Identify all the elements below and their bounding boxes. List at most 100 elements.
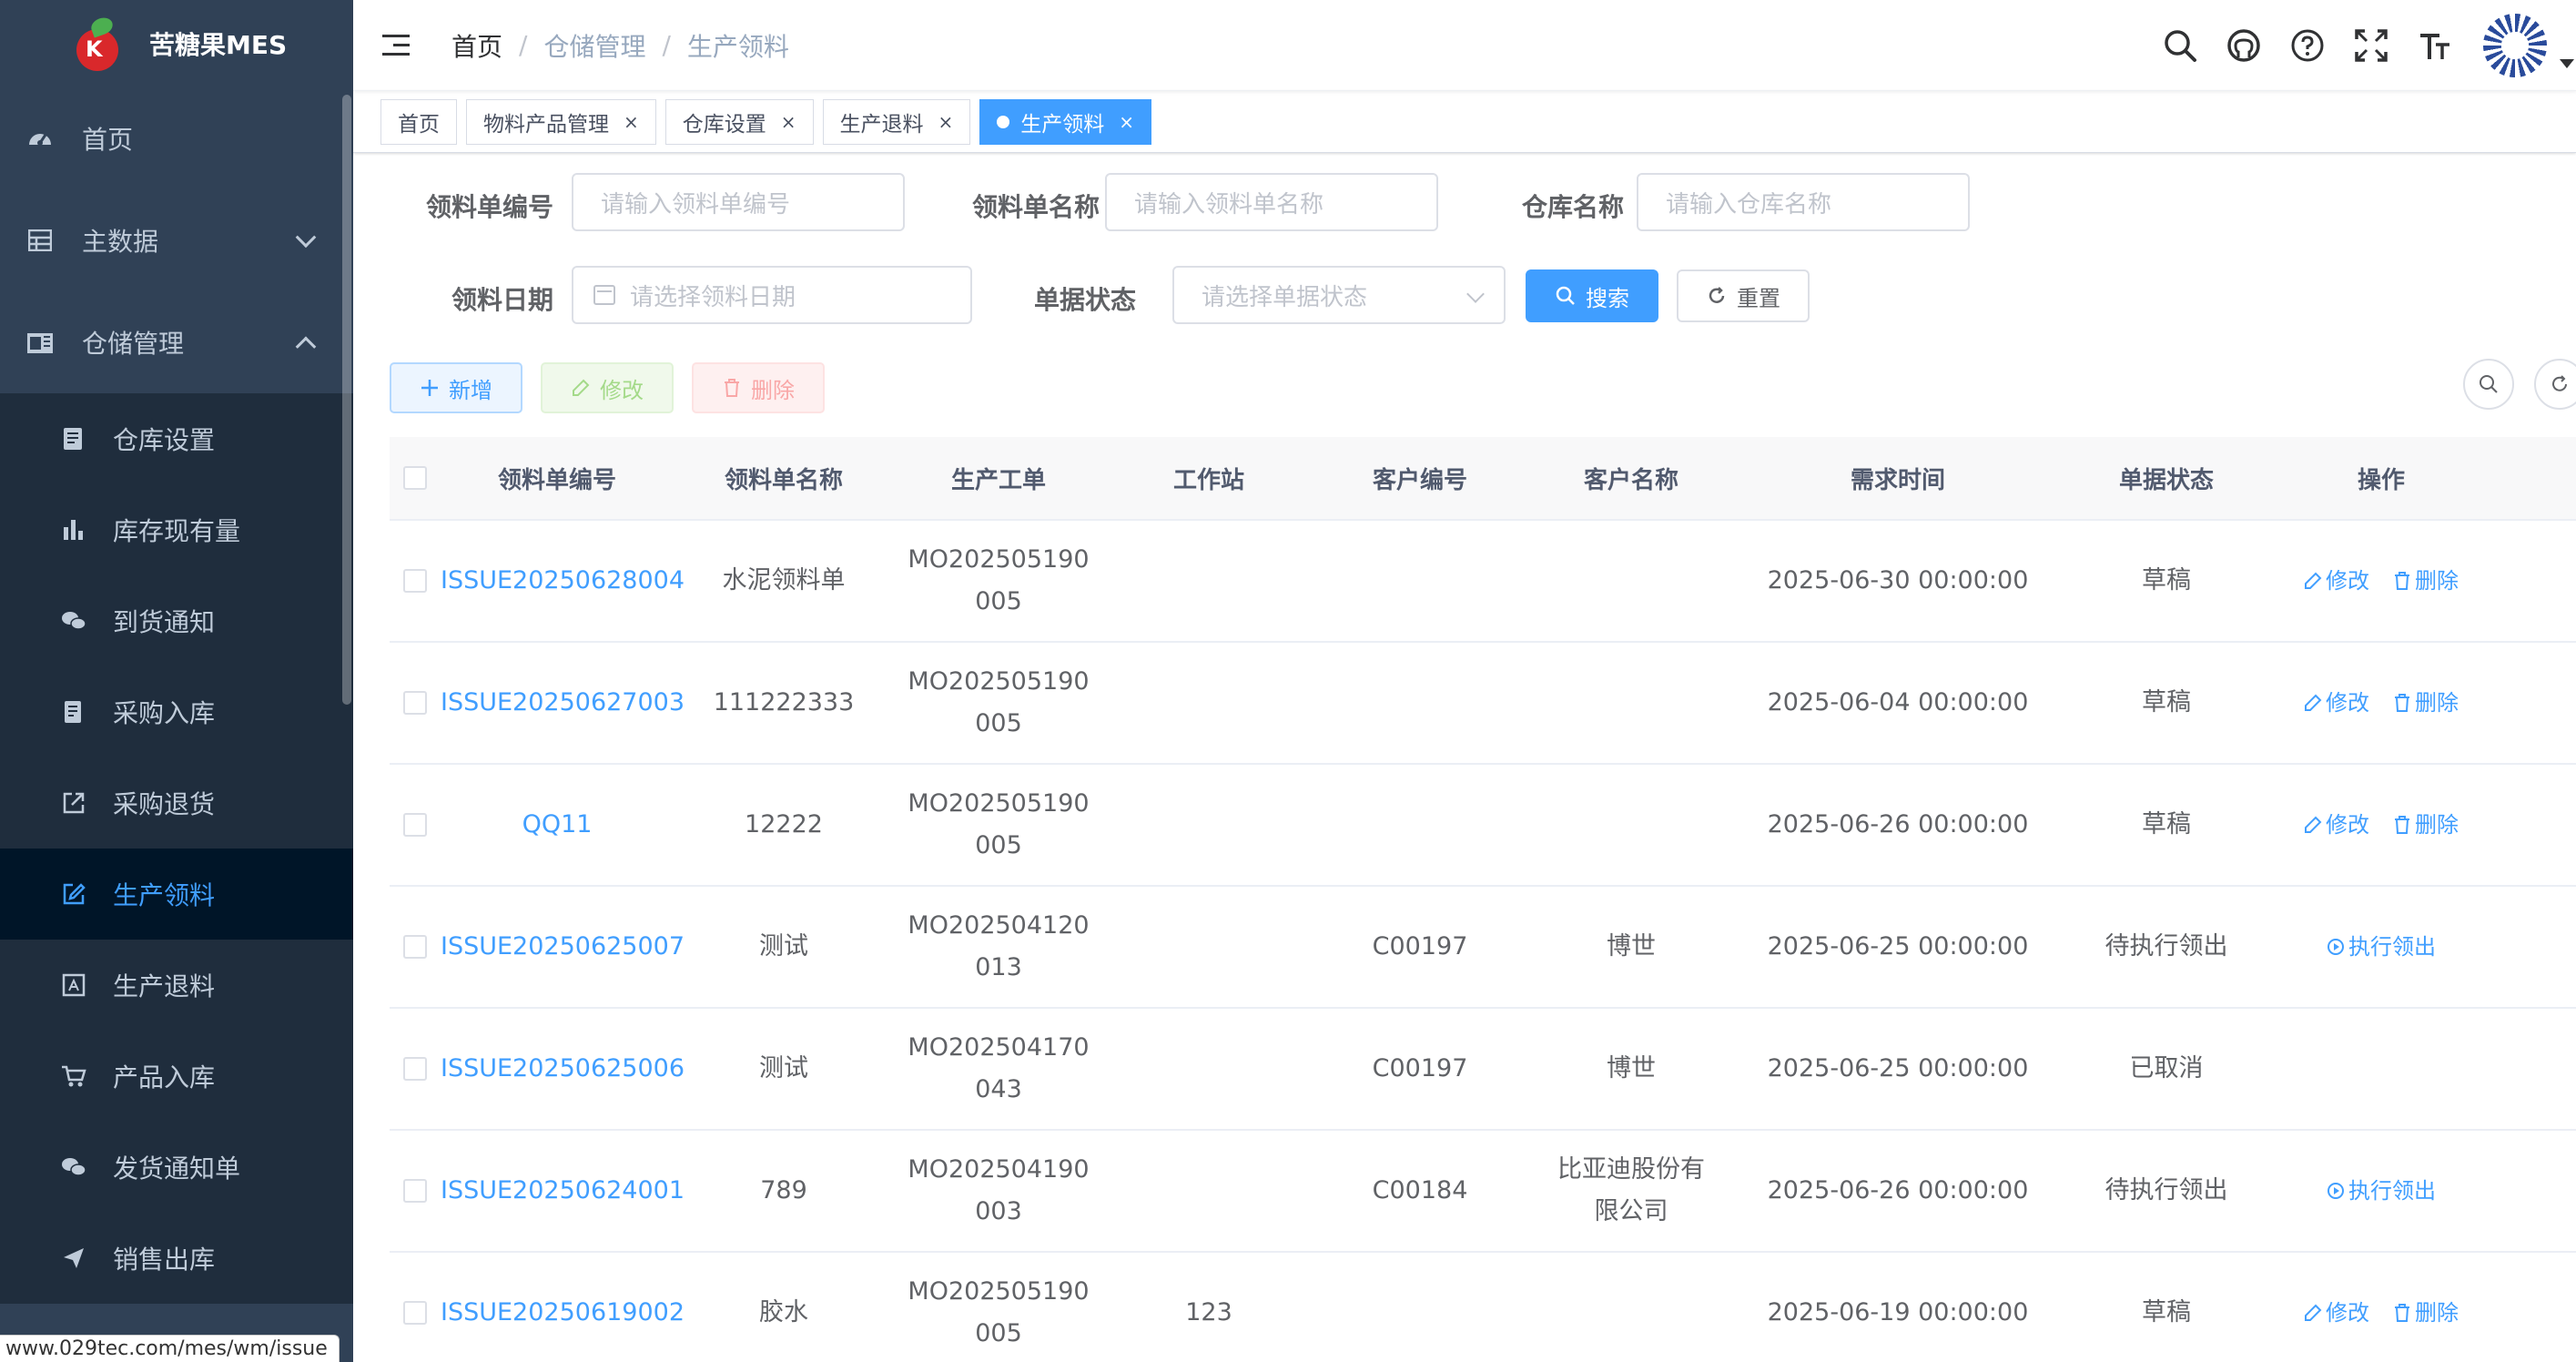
row-checkbox[interactable] (403, 691, 427, 715)
tag-warehouse-setup[interactable]: 仓库设置 × (664, 98, 814, 145)
refresh-table-button[interactable] (2534, 359, 2576, 410)
sidebar-item-shipment-notice[interactable]: 发货通知单 (0, 1122, 353, 1213)
row-edit-button[interactable]: 修改 (2304, 1292, 2369, 1334)
warehouse-icon (25, 328, 55, 357)
toggle-search-button[interactable] (2463, 359, 2514, 410)
cart-icon (60, 1062, 87, 1090)
active-dot-icon (997, 115, 1010, 128)
row-actions: 修改 删除 (2274, 682, 2489, 724)
table-row: QQ11 12222 MO202505190 005 2025-06-26 00:00:… (390, 765, 2576, 887)
row-delete-button[interactable]: 删除 (2393, 804, 2459, 846)
row-execute-issue-button[interactable]: 执行领出 (2327, 926, 2436, 968)
avatar[interactable] (2483, 14, 2547, 77)
sidebar-item-label: 销售出库 (113, 1245, 216, 1275)
sidebar-item-stock-onhand[interactable]: 库存现有量 (0, 484, 353, 575)
sidebar-item-label: 产品入库 (113, 1062, 216, 1093)
customer-code: C00197 (1372, 932, 1468, 961)
sidebar-item-label: 库存现有量 (113, 516, 241, 546)
row-checkbox[interactable] (403, 935, 427, 959)
hamburger-icon[interactable] (382, 29, 415, 62)
required-time: 2025-06-19 00:00:00 (1767, 1298, 2029, 1326)
sidebar-item-production-issue[interactable]: 生产领料 (0, 849, 353, 940)
table-row: ISSUE20250627003 111222333 MO202505190 005 2… (390, 643, 2576, 765)
search-icon[interactable] (2148, 0, 2212, 91)
plus-icon (421, 380, 438, 396)
row-checkbox[interactable] (403, 569, 427, 593)
issue-date-picker[interactable]: 请选择领料日期 (572, 266, 972, 324)
fullscreen-icon[interactable] (2339, 0, 2403, 91)
sidebar-item-sales-out[interactable]: 销售出库 (0, 1213, 353, 1304)
tag-production-return[interactable]: 生产退料 × (822, 98, 971, 145)
reset-button[interactable]: 重置 (1677, 269, 1810, 322)
add-button[interactable]: 新增 (390, 362, 522, 413)
warehouse-name-input[interactable]: 请输入仓库名称 (1637, 173, 1970, 231)
github-icon[interactable] (2212, 0, 2276, 91)
close-icon[interactable]: × (938, 111, 954, 133)
sidebar-item-home[interactable]: 首页 (0, 87, 353, 189)
caret-down-icon[interactable] (2560, 59, 2574, 68)
sidebar-item-master-data[interactable]: 主数据 (0, 189, 353, 291)
tag-production-issue[interactable]: 生产领料 × (979, 98, 1152, 145)
search-button[interactable]: 搜索 (1526, 269, 1658, 322)
row-checkbox[interactable] (403, 1179, 427, 1203)
sidebar-item-production-return[interactable]: 生产退料 (0, 940, 353, 1031)
help-icon[interactable] (2276, 0, 2339, 91)
status-text: 草稿 (2142, 688, 2191, 717)
warehouse-label: 仓库名称 (1521, 192, 1624, 222)
col-required-time: 需求时间 (1850, 466, 1945, 494)
row-checkbox[interactable] (403, 1057, 427, 1081)
row-edit-button[interactable]: 修改 (2304, 560, 2369, 602)
sidebar-item-warehouse-setup[interactable]: 仓库设置 (0, 393, 353, 484)
row-edit-button[interactable]: 修改 (2304, 682, 2369, 724)
app-logo[interactable]: K 苦糖果MES (0, 0, 353, 87)
edit-icon (573, 379, 590, 396)
sidebar: K 苦糖果MES 首页 主数据 仓储管理 仓库设置 库存现有量 到货通知 采购入… (0, 0, 353, 1362)
server-icon (60, 425, 87, 452)
status-text: 草稿 (2142, 1298, 2191, 1326)
tag-material-product[interactable]: 物料产品管理 × (466, 98, 656, 145)
close-icon[interactable]: × (1119, 111, 1134, 133)
sidebar-item-product-in[interactable]: 产品入库 (0, 1031, 353, 1122)
issue-code-link[interactable]: ISSUE20250628004 (441, 560, 685, 602)
row-actions: 修改 删除 (2274, 1292, 2489, 1334)
status-select[interactable]: 请选择单据状态 (1172, 266, 1506, 324)
tag-home[interactable]: 首页 (380, 98, 457, 145)
work-order: MO202504190 003 (908, 1155, 1090, 1225)
sidebar-item-purchase-in[interactable]: 采购入库 (0, 666, 353, 757)
issue-code-link[interactable]: ISSUE20250625007 (441, 926, 685, 968)
col-workstation: 工作站 (1172, 466, 1244, 494)
sidebar-item-label: 采购入库 (113, 698, 216, 728)
font-size-icon[interactable] (2403, 0, 2467, 91)
sidebar-item-label: 主数据 (82, 227, 159, 257)
row-edit-button[interactable]: 修改 (2304, 804, 2369, 846)
row-delete-button[interactable]: 删除 (2393, 560, 2459, 602)
issue-name-input[interactable]: 请输入领料单名称 (1105, 173, 1438, 231)
close-icon[interactable]: × (781, 111, 796, 133)
select-all-checkbox[interactable] (403, 466, 427, 490)
edit-icon (2305, 816, 2322, 833)
breadcrumb-home[interactable]: 首页 (451, 27, 502, 64)
sidebar-item-arrival-notice[interactable]: 到货通知 (0, 575, 353, 666)
sidebar-scrollbar[interactable] (342, 95, 351, 705)
issue-code-link[interactable]: ISSUE20250627003 (441, 682, 685, 724)
issue-code-link[interactable]: ISSUE20250619002 (441, 1292, 685, 1334)
issue-code-link[interactable]: ISSUE20250624001 (441, 1170, 685, 1212)
sidebar-item-warehouse[interactable]: 仓储管理 (0, 291, 353, 393)
issue-table: 领料单编号 领料单名称 生产工单 工作站 客户编号 客户名称 需求时间 单据状态… (390, 437, 2576, 1362)
calendar-icon (593, 285, 615, 305)
row-delete-button[interactable]: 删除 (2393, 682, 2459, 724)
issue-code-link[interactable]: ISSUE20250625006 (441, 1048, 685, 1090)
row-delete-button[interactable]: 删除 (2393, 1292, 2459, 1334)
sidebar-item-label: 生产退料 (113, 971, 216, 1001)
issue-name: 测试 (759, 1054, 808, 1082)
row-checkbox[interactable] (403, 1301, 427, 1325)
row-checkbox[interactable] (403, 813, 427, 837)
customer-name: 比亚迪股份有 限公司 (1557, 1155, 1705, 1225)
row-execute-issue-button[interactable]: 执行领出 (2327, 1170, 2436, 1212)
issue-code-link[interactable]: QQ11 (441, 804, 674, 846)
close-icon[interactable]: × (624, 111, 639, 133)
issue-code-input[interactable]: 请输入领料单编号 (572, 173, 905, 231)
delete-button[interactable]: 删除 (692, 362, 825, 413)
sidebar-item-purchase-return[interactable]: 采购退货 (0, 757, 353, 849)
edit-button[interactable]: 修改 (541, 362, 674, 413)
